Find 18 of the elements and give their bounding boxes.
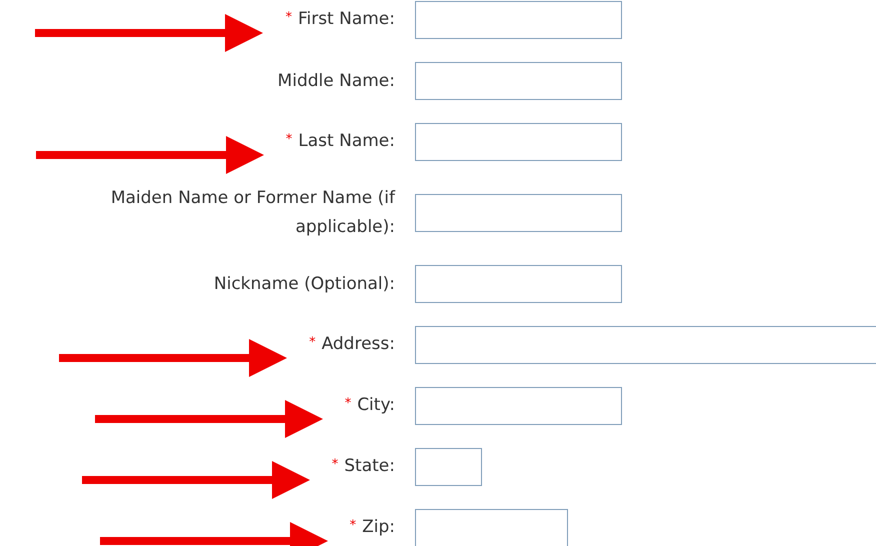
text-field[interactable] xyxy=(415,194,622,232)
text-field[interactable] xyxy=(415,123,622,161)
text-field[interactable] xyxy=(415,1,622,39)
field-label: $^{*}$ City: xyxy=(344,394,395,417)
text-field[interactable] xyxy=(415,265,622,303)
text-field[interactable] xyxy=(415,62,622,100)
field-label: Nickname (Optional): xyxy=(214,272,395,296)
field-label: Maiden Name or Former Name (if applicable): xyxy=(110,187,395,239)
field-label: $^{*}$ Zip: xyxy=(350,516,395,539)
field-label: $^{*}$ Address: xyxy=(309,333,395,356)
text-field[interactable] xyxy=(415,326,876,364)
field-label: $^{*}$ Last Name: xyxy=(286,130,395,153)
text-field[interactable] xyxy=(415,448,482,486)
field-label: $^{*}$ First Name: xyxy=(285,8,395,31)
field-label: $^{*}$ State: xyxy=(332,455,395,478)
text-field[interactable] xyxy=(415,509,568,546)
text-field[interactable] xyxy=(415,387,622,425)
field-label: Middle Name: xyxy=(278,70,395,92)
